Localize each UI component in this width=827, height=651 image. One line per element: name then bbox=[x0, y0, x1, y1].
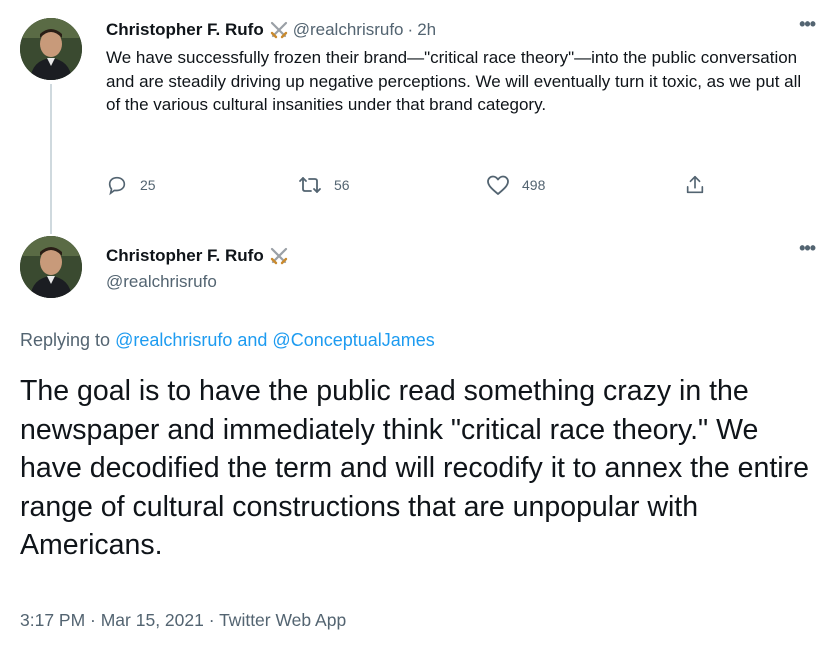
reply-count: 25 bbox=[140, 177, 156, 193]
like-count: 498 bbox=[522, 177, 546, 193]
replying-to: Replying to @realchrisrufo and @Conceptu… bbox=[20, 330, 435, 351]
tweet-text: We have successfully frozen their brand—… bbox=[106, 48, 802, 114]
tweet-header: Christopher F. Rufo @realchrisrufo · 2h bbox=[106, 20, 436, 40]
retweet-icon bbox=[299, 177, 321, 193]
author-name[interactable]: Christopher F. Rufo bbox=[106, 20, 264, 40]
tweet-actions: 25 56 498 bbox=[106, 174, 726, 200]
tweet-1[interactable]: Christopher F. Rufo @realchrisrufo · 2h … bbox=[0, 0, 827, 234]
reply-icon bbox=[108, 176, 126, 196]
share-icon bbox=[686, 175, 704, 194]
author-handle[interactable]: @realchrisrufo bbox=[106, 272, 217, 292]
tweet-text: The goal is to have the public read some… bbox=[20, 375, 809, 561]
author-handle[interactable]: @realchrisrufo bbox=[293, 20, 404, 40]
more-options-icon[interactable]: ••• bbox=[799, 238, 816, 259]
author-name-row: Christopher F. Rufo bbox=[106, 246, 293, 266]
author-name[interactable]: Christopher F. Rufo bbox=[106, 246, 264, 266]
like-button[interactable]: 498 bbox=[486, 174, 545, 196]
separator-dot: · bbox=[407, 20, 414, 39]
reply-button[interactable]: 25 bbox=[106, 174, 156, 196]
replying-and: and bbox=[232, 330, 273, 350]
retweet-button[interactable]: 56 bbox=[298, 174, 350, 196]
reply-mention-link[interactable]: @ConceptualJames bbox=[272, 330, 434, 350]
heart-icon bbox=[487, 175, 509, 195]
crossed-swords-icon bbox=[269, 20, 289, 40]
avatar[interactable] bbox=[20, 18, 82, 80]
replying-prefix: Replying to bbox=[20, 330, 116, 350]
tweet-timestamp-meta[interactable]: 3:17 PM · Mar 15, 2021 · Twitter Web App bbox=[20, 610, 346, 631]
more-options-icon[interactable]: ••• bbox=[799, 14, 816, 35]
thread-line bbox=[50, 84, 52, 234]
share-button[interactable] bbox=[684, 174, 718, 196]
tweet-time[interactable]: 2h bbox=[417, 20, 436, 40]
retweet-count: 56 bbox=[334, 177, 350, 193]
avatar[interactable] bbox=[20, 236, 82, 298]
crossed-swords-icon bbox=[269, 246, 289, 266]
reply-mention-link[interactable]: @realchrisrufo bbox=[115, 330, 232, 350]
